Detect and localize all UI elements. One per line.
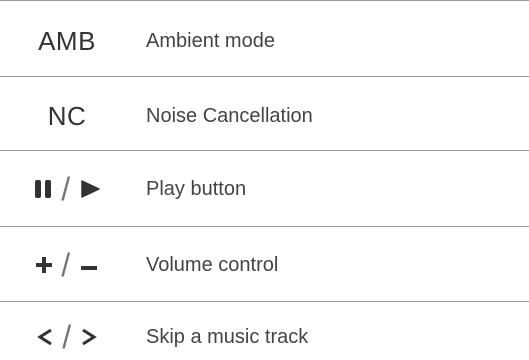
legend-row-ambient: AMB Ambient mode — [0, 4, 529, 78]
pause-icon — [34, 179, 52, 199]
skip-label: Skip a music track — [146, 325, 309, 348]
minus-icon — [80, 257, 98, 273]
volume-symbol: / — [0, 249, 134, 281]
legend-row-noise-cancellation: NC Noise Cancellation — [0, 79, 529, 153]
legend-row-play: / Play button — [0, 152, 529, 226]
play-label: Play button — [146, 177, 247, 200]
volume-label: Volume control — [146, 253, 279, 276]
legend-row-volume: / Volume control — [0, 228, 529, 302]
divider — [0, 76, 529, 77]
divider — [0, 0, 529, 1]
ambient-label: Ambient mode — [146, 29, 275, 52]
divider — [0, 226, 529, 227]
separator: / — [62, 319, 72, 355]
plus-icon — [36, 257, 53, 273]
noise-cancellation-symbol: NC — [47, 100, 87, 131]
legend-row-skip: / Skip a music track — [0, 300, 529, 360]
skip-symbol: / — [0, 321, 134, 353]
play-icon — [80, 179, 100, 199]
separator: / — [61, 171, 71, 207]
chevron-right-icon — [81, 328, 97, 346]
play-pause-symbol: / — [0, 173, 134, 205]
divider — [0, 150, 529, 151]
ambient-symbol: AMB — [38, 25, 96, 56]
control-legend: AMB Ambient mode NC Noise Cancellation /… — [0, 0, 529, 360]
chevron-left-icon — [37, 328, 53, 346]
separator: / — [61, 247, 71, 283]
noise-cancellation-label: Noise Cancellation — [146, 104, 313, 127]
